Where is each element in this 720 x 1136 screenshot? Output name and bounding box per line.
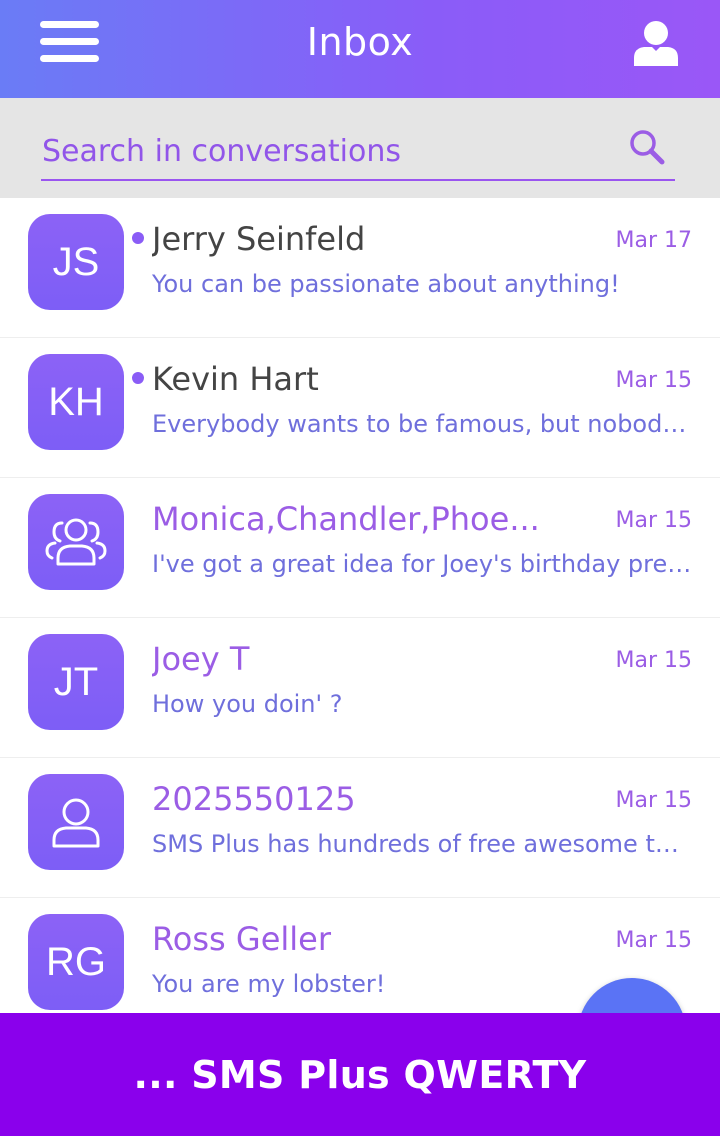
avatar: KH [28,354,124,450]
conversation-row[interactable]: KH Kevin Hart Mar 15 Everybody wants to … [0,338,720,478]
message-date: Mar 15 [615,368,693,393]
conversation-row[interactable]: JT Joey T Mar 15 How you doin' ? [0,618,720,758]
contact-name: 2025550125 [152,780,356,818]
avatar [28,494,124,590]
group-icon [45,518,107,566]
contact-name: Kevin Hart [152,360,319,398]
contact-name: Monica,Chandler,Phoe... [152,500,540,538]
avatar: JT [28,634,124,730]
search-bar [0,98,720,198]
profile-button[interactable] [632,20,680,66]
conversation-list: JS Jerry Seinfeld Mar 17 You can be pass… [0,198,720,1013]
contact-name: Jerry Seinfeld [152,220,366,258]
message-date: Mar 15 [615,928,693,953]
unread-indicator [132,232,144,244]
page-title: Inbox [306,20,414,64]
message-preview: I've got a great idea for Joey's birthda… [152,550,692,578]
top-app-bar: Inbox [0,0,720,98]
search-icon[interactable] [628,128,666,166]
person-icon [52,798,100,848]
message-date: Mar 15 [615,788,693,813]
message-date: Mar 17 [615,228,693,253]
user-profile-icon [634,21,678,66]
message-preview: How you doin' ? [152,690,343,718]
conversation-row[interactable]: Monica,Chandler,Phoe... Mar 15 I've got … [0,478,720,618]
message-date: Mar 15 [615,648,693,673]
avatar: JS [28,214,124,310]
message-preview: Everybody wants to be famous, but nobody… [152,410,692,438]
contact-name: Joey T [152,640,250,678]
search-underline [41,179,675,181]
message-date: Mar 15 [615,508,693,533]
contact-name: Ross Geller [152,920,331,958]
search-input[interactable] [42,126,622,176]
message-preview: SMS Plus has hundreds of free awesome th… [152,830,692,858]
ad-banner[interactable]: ... SMS Plus QWERTY [0,1013,720,1136]
conversation-row[interactable]: JS Jerry Seinfeld Mar 17 You can be pass… [0,198,720,338]
avatar: RG [28,914,124,1010]
message-preview: You can be passionate about anything! [152,270,620,298]
conversation-row[interactable]: 2025550125 Mar 15 SMS Plus has hundreds … [0,758,720,898]
unread-indicator [132,372,144,384]
avatar [28,774,124,870]
